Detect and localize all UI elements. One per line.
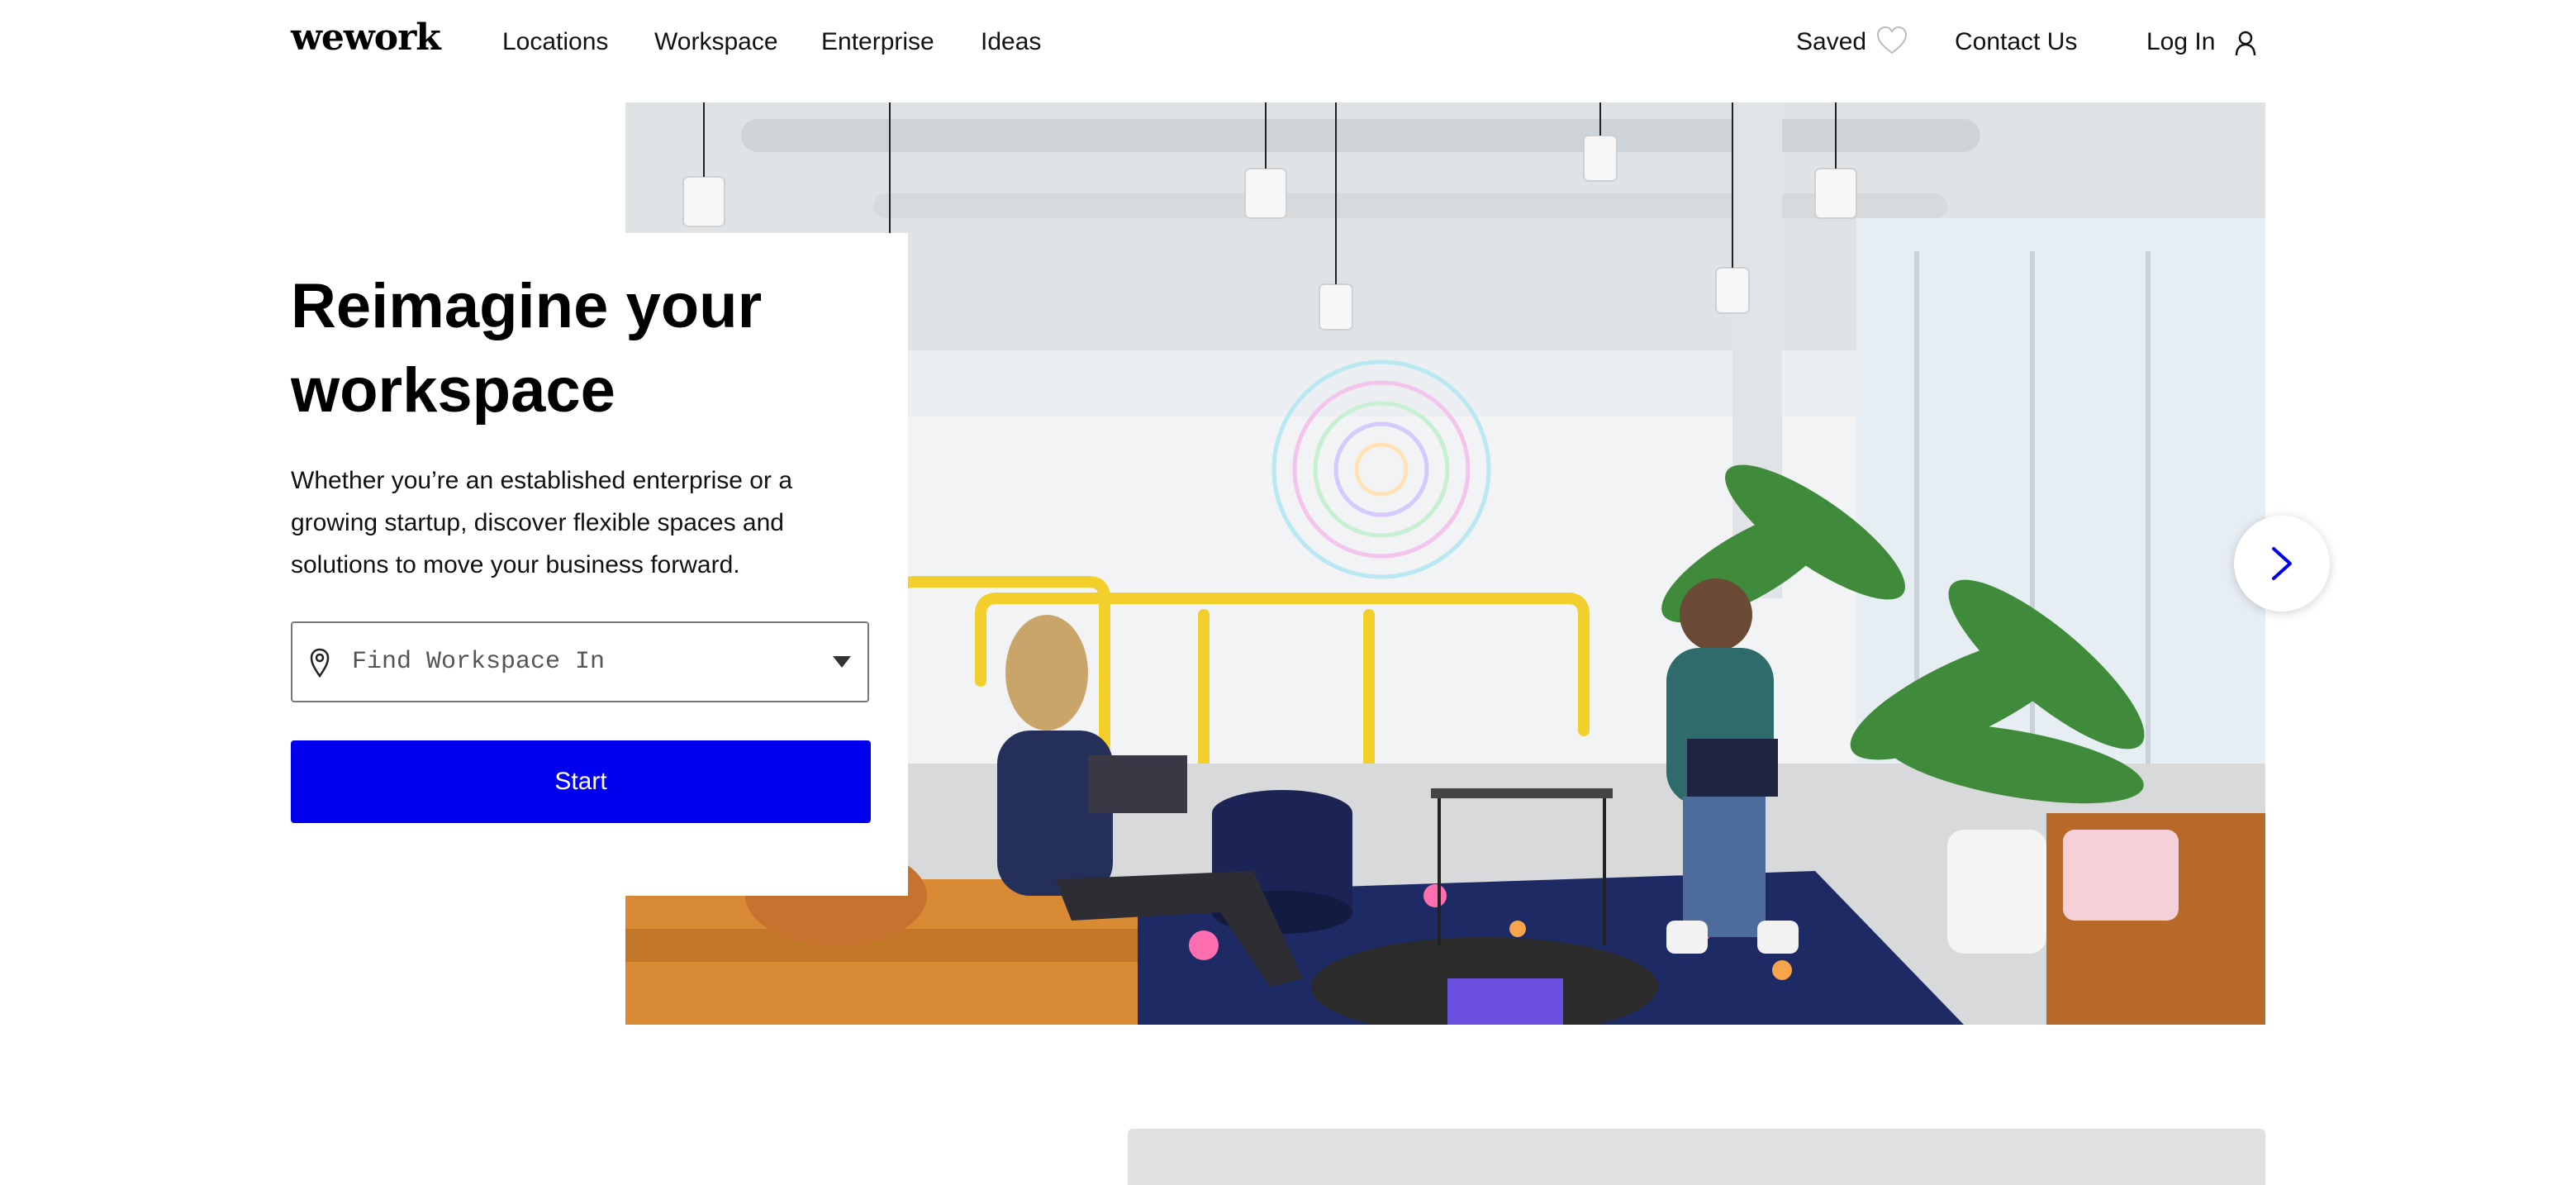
hero-left-margin	[0, 102, 625, 235]
nav-locations[interactable]: Locations	[502, 28, 608, 56]
find-workspace-placeholder: Find Workspace In	[352, 648, 606, 676]
nav-ideas[interactable]: Ideas	[981, 28, 1041, 56]
chevron-right-icon	[2272, 547, 2292, 580]
top-navigation: wework Locations Workspace Enterprise Id…	[0, 0, 2576, 91]
heart-icon[interactable]	[1875, 25, 1908, 56]
wework-logo[interactable]: wework	[291, 17, 441, 59]
nav-log-in[interactable]: Log In	[2146, 28, 2215, 56]
find-workspace-dropdown[interactable]: Find Workspace In	[291, 621, 869, 702]
nav-saved[interactable]: Saved	[1796, 28, 1866, 56]
start-button[interactable]: Start	[291, 740, 871, 823]
nav-enterprise[interactable]: Enterprise	[821, 28, 934, 56]
user-icon[interactable]	[2234, 30, 2257, 56]
nav-workspace[interactable]: Workspace	[654, 28, 778, 56]
content-placeholder-block	[1128, 1129, 2265, 1185]
caret-down-icon	[833, 656, 851, 668]
nav-contact-us[interactable]: Contact Us	[1955, 28, 2077, 56]
map-pin-icon	[310, 648, 330, 678]
hero-description: Whether you’re an established enterprise…	[291, 467, 793, 578]
carousel-next-button[interactable]	[2234, 516, 2330, 612]
hero-title: Reimagine your workspace	[291, 271, 763, 426]
